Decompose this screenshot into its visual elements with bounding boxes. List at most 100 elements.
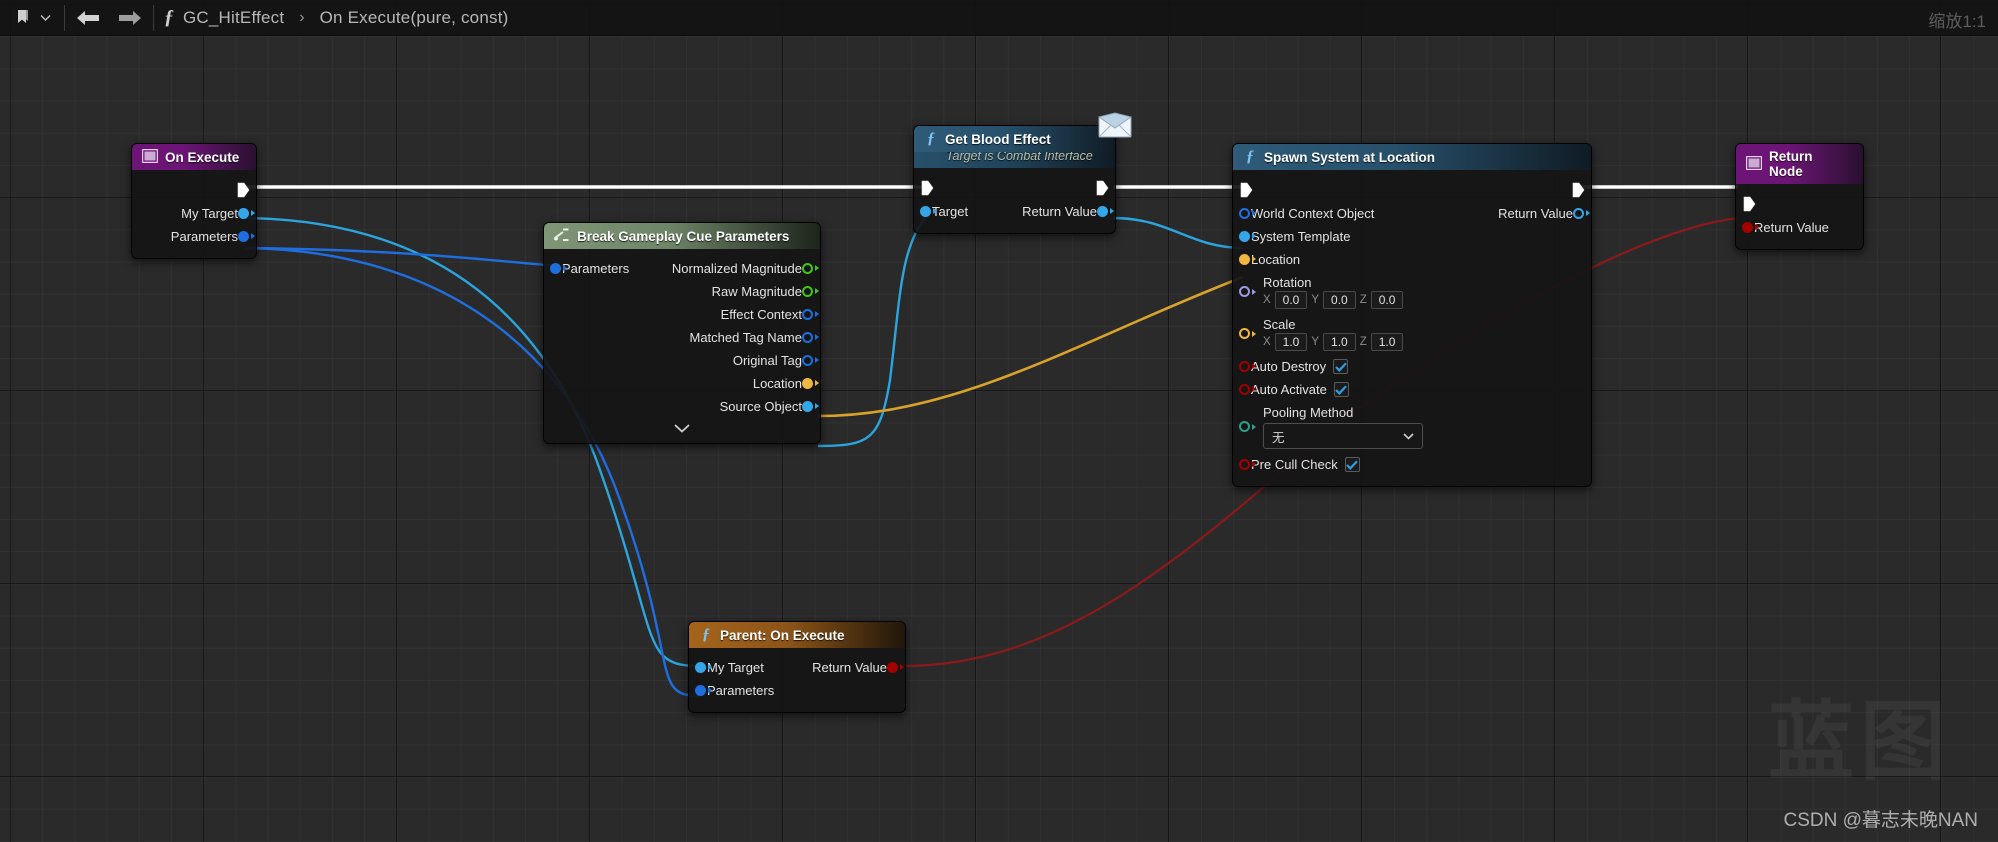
node-get-blood-effect[interactable]: ƒ Get Blood Effect Target is Combat Interf… bbox=[913, 112, 1133, 234]
bookmark-icon[interactable] bbox=[10, 5, 36, 31]
pin-dot-parameters[interactable] bbox=[238, 230, 255, 243]
watermark-large: 蓝图 bbox=[1768, 692, 1952, 792]
exec-out-pin[interactable] bbox=[1572, 182, 1585, 198]
checkbox-auto-activate[interactable] bbox=[1333, 382, 1349, 397]
pin-ring-raw-magnitude[interactable] bbox=[802, 285, 819, 298]
pin-dot-system-template[interactable] bbox=[1239, 230, 1256, 243]
exec-in-pin[interactable] bbox=[1240, 182, 1253, 198]
checkbox-auto-destroy[interactable] bbox=[1333, 359, 1349, 374]
pin-row: My Target bbox=[132, 202, 256, 225]
node-title: Break Gameplay Cue Parameters bbox=[577, 228, 790, 244]
pin-dot-parameters[interactable] bbox=[695, 684, 712, 697]
pin-row: Rotation X 0.0 Y 0.0 Z 0.0 bbox=[1233, 271, 1591, 313]
pin-ring-pre-cull-check[interactable] bbox=[1239, 458, 1256, 471]
checkbox-pre-cull-check[interactable] bbox=[1344, 457, 1360, 472]
vector-field[interactable]: 0.0 bbox=[1323, 291, 1356, 309]
pin-dot-return-value[interactable] bbox=[887, 661, 904, 674]
vector-field[interactable]: 1.0 bbox=[1370, 333, 1404, 351]
arrow-right-icon[interactable] bbox=[117, 5, 143, 31]
node-header-on-execute[interactable]: On Execute bbox=[132, 144, 256, 170]
node-break-gameplay-cue-parameters[interactable]: Break Gameplay Cue Parameters Parameters N… bbox=[543, 222, 821, 444]
pin-label: Matched Tag Name bbox=[689, 330, 803, 345]
pin-dot-return-value[interactable] bbox=[1097, 205, 1114, 218]
pin-ring-scale[interactable] bbox=[1239, 328, 1256, 340]
pin-row: Scale X 1.0 Y 1.0 Z 1.0 bbox=[1233, 313, 1591, 355]
node-spawn-system-at-location[interactable]: ƒ Spawn System at Location World Context O… bbox=[1232, 143, 1592, 487]
node-header-parent-on-execute[interactable]: ƒ Parent: On Execute bbox=[689, 622, 905, 648]
node-body: My Target Return Value Parameters bbox=[689, 648, 905, 712]
exec-in-pin[interactable] bbox=[1743, 196, 1756, 212]
pin-label: Scale bbox=[1263, 317, 1296, 332]
axis-label: X bbox=[1263, 294, 1271, 306]
axis-label: Z bbox=[1359, 294, 1367, 306]
pin-dot-location[interactable] bbox=[1239, 253, 1256, 266]
vector-field[interactable]: 0.0 bbox=[1370, 291, 1404, 309]
pin-dot-my-target[interactable] bbox=[695, 661, 712, 674]
node-title: Spawn System at Location bbox=[1264, 149, 1436, 165]
event-node-icon bbox=[1745, 155, 1763, 172]
pin-ring-rotation[interactable] bbox=[1239, 286, 1256, 298]
pin-ring-auto-destroy[interactable] bbox=[1239, 360, 1256, 373]
node-header-spawn-system-at-location[interactable]: ƒ Spawn System at Location bbox=[1233, 144, 1591, 170]
node-title: On Execute bbox=[165, 149, 240, 165]
zoom-level-label: 缩放1:1 bbox=[1928, 12, 1986, 31]
pin-label: Pooling Method bbox=[1263, 405, 1354, 420]
pin-dot-target[interactable] bbox=[920, 205, 937, 218]
node-header-return-node[interactable]: Return Node bbox=[1736, 144, 1863, 184]
pin-ring-pooling-method[interactable] bbox=[1239, 421, 1256, 433]
pin-row: Parameters Normalized Magnitude bbox=[544, 257, 820, 280]
pin-dot-location[interactable] bbox=[802, 377, 819, 390]
pin-row: My Target Return Value bbox=[689, 656, 905, 679]
pin-ring-world-context-object[interactable] bbox=[1239, 207, 1256, 220]
pin-label: Rotation bbox=[1263, 275, 1312, 290]
node-body: My Target Parameters bbox=[132, 170, 256, 258]
pin-ring-auto-activate[interactable] bbox=[1239, 383, 1256, 396]
node-body: Target Return Value bbox=[914, 168, 1115, 233]
pin-dot-source-object[interactable] bbox=[802, 400, 819, 413]
pin-row: Location bbox=[1233, 248, 1591, 271]
pin-dot-my-target[interactable] bbox=[238, 207, 255, 220]
vector-field[interactable]: 1.0 bbox=[1274, 333, 1308, 351]
node-body: World Context Object Return Value System T… bbox=[1233, 170, 1591, 486]
node-header-get-blood-effect[interactable]: ƒ Get Blood Effect bbox=[914, 126, 1115, 152]
expand-collapse-chevron-down-icon[interactable] bbox=[544, 418, 820, 433]
exec-out-pin[interactable] bbox=[237, 182, 250, 198]
pin-row: World Context Object Return Value bbox=[1233, 202, 1591, 225]
pin-row: Source Object bbox=[544, 395, 820, 418]
vector-field[interactable]: 0.0 bbox=[1274, 291, 1308, 309]
node-title: Get Blood Effect bbox=[945, 131, 1051, 147]
pin-row: Return Value bbox=[1736, 216, 1863, 239]
pin-row: Auto Destroy bbox=[1233, 355, 1591, 378]
pin-ring-normalized-magnitude[interactable] bbox=[802, 262, 819, 275]
node-on-execute[interactable]: On Execute My Target Parameters bbox=[131, 143, 257, 259]
breadcrumb-current[interactable]: On Execute(pure, const) bbox=[320, 8, 509, 28]
pin-ring-return-value[interactable] bbox=[1573, 207, 1590, 220]
vector-field[interactable]: 1.0 bbox=[1323, 333, 1356, 351]
node-return-node[interactable]: Return Node Return Value bbox=[1735, 143, 1864, 250]
arrow-left-icon[interactable] bbox=[75, 5, 101, 31]
exec-in-pin[interactable] bbox=[921, 180, 934, 196]
node-title: Return Node bbox=[1769, 149, 1813, 179]
graph-toolbar: ƒ GC_HitEffect › On Execute(pure, const) bbox=[0, 0, 1998, 36]
interface-message-icon bbox=[1097, 112, 1133, 138]
breadcrumb-root[interactable]: GC_HitEffect bbox=[183, 8, 284, 28]
node-header-break-gameplay-cue-parameters[interactable]: Break Gameplay Cue Parameters bbox=[544, 223, 820, 249]
node-parent-on-execute[interactable]: ƒ Parent: On Execute My Target Return Value… bbox=[688, 621, 906, 713]
pin-ring-original-tag[interactable] bbox=[802, 354, 819, 367]
chevron-down-icon[interactable] bbox=[36, 5, 54, 31]
pooling-method-select[interactable]: 无 bbox=[1263, 423, 1423, 449]
function-fx-icon: ƒ bbox=[702, 626, 710, 643]
pin-label: Normalized Magnitude bbox=[671, 261, 802, 276]
pin-row: Location bbox=[544, 372, 820, 395]
function-fx-icon: ƒ bbox=[164, 6, 174, 28]
pin-row: Target Return Value bbox=[914, 200, 1115, 223]
function-fx-icon: ƒ bbox=[927, 130, 935, 147]
pin-ring-effect-context[interactable] bbox=[802, 308, 819, 321]
axis-label: X bbox=[1263, 336, 1271, 348]
axis-label: Y bbox=[1311, 294, 1320, 306]
pin-dot-parameters[interactable] bbox=[550, 262, 567, 275]
exec-out-pin[interactable] bbox=[1096, 180, 1109, 196]
pin-ring-matched-tag-name[interactable] bbox=[802, 331, 819, 344]
pin-row: Parameters bbox=[132, 225, 256, 248]
pin-dot-return-value[interactable] bbox=[1742, 221, 1759, 234]
